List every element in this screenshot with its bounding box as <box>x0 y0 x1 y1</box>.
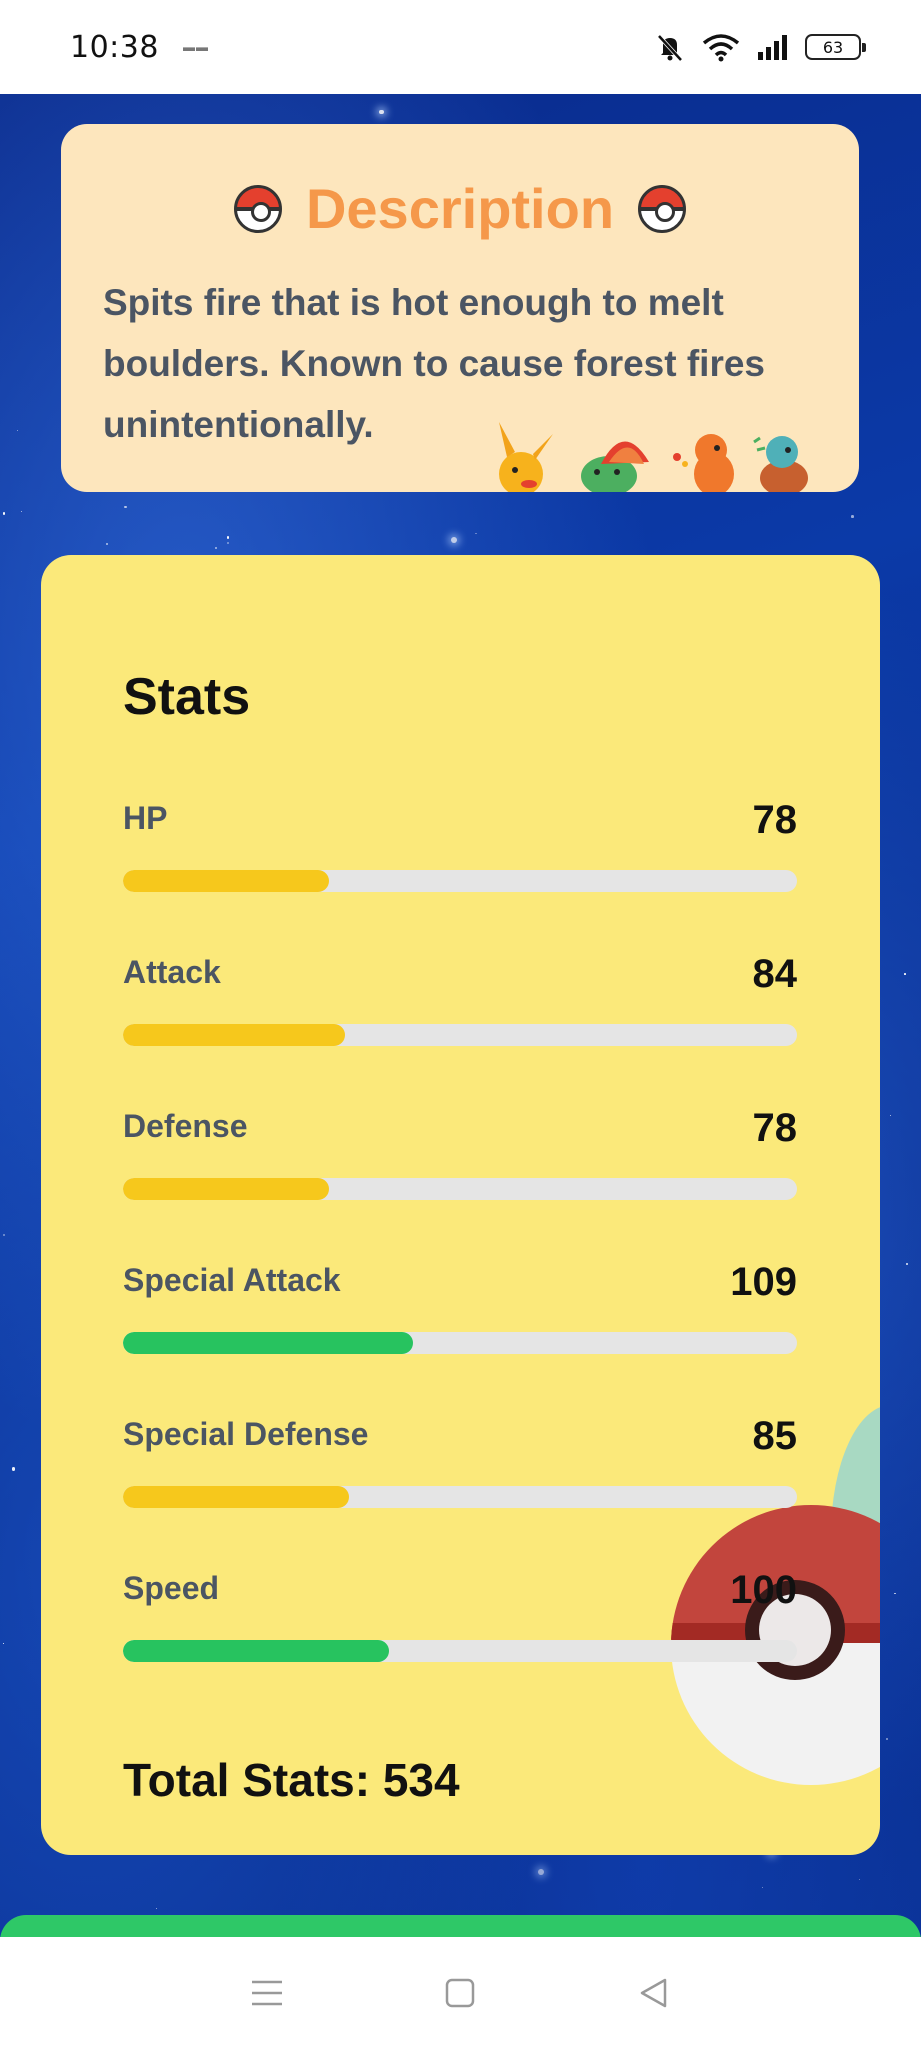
stat-label: HP <box>123 800 168 836</box>
menu-icon[interactable] <box>247 1973 287 2013</box>
star-decoration <box>762 1887 764 1889</box>
stat-value: 84 <box>752 952 798 996</box>
description-header: Description <box>61 176 859 241</box>
star-decoration <box>475 533 477 535</box>
battery-icon: 63 <box>805 34 866 60</box>
stat-bar-fill <box>123 1640 390 1662</box>
status-time: 10:38 <box>70 29 159 65</box>
pokeball-icon <box>233 184 282 233</box>
stat-bar-track <box>123 1486 797 1508</box>
star-decoration <box>2 1642 5 1644</box>
stat-bar-track <box>123 1640 797 1662</box>
stat-bar-fill <box>123 1024 346 1046</box>
stat-row: Attack 84 <box>123 952 798 1064</box>
star-decoration <box>214 547 217 550</box>
status-left: 10:38 ▬▬ <box>70 30 209 65</box>
stat-label: Special Defense <box>123 1416 369 1452</box>
status-right: 63 <box>655 32 866 62</box>
stats-title: Stats <box>123 668 251 726</box>
stat-value: 100 <box>730 1568 797 1612</box>
stat-bar-track <box>123 1332 797 1354</box>
stat-value: 109 <box>730 1260 797 1304</box>
star-decoration <box>3 512 6 515</box>
star-decoration <box>226 542 229 545</box>
star-decoration <box>16 430 18 432</box>
pokeball-icon <box>638 184 687 233</box>
star-decoration <box>3 1234 6 1236</box>
star-decoration <box>890 1115 892 1117</box>
star-decoration <box>379 109 385 115</box>
star-decoration <box>894 1592 896 1595</box>
mute-bell-icon <box>657 34 683 62</box>
total-stats: Total Stats: 534 <box>123 1754 460 1806</box>
stat-value: 78 <box>752 798 798 842</box>
star-decoration <box>155 1907 158 1910</box>
stat-label: Speed <box>123 1570 220 1606</box>
stat-bar-track <box>123 870 797 892</box>
stat-row: Special Attack 109 <box>123 1260 797 1372</box>
stat-row: Speed 100 <box>123 1568 797 1680</box>
star-decoration <box>226 536 230 539</box>
stat-bar-track <box>123 1024 797 1046</box>
stat-row: Special Defense 85 <box>123 1414 798 1526</box>
description-title: Description <box>305 177 615 240</box>
stat-bar-fill <box>123 1486 349 1508</box>
star-decoration <box>451 536 458 543</box>
status-bar: 10:38 ▬▬ 63 <box>0 0 921 94</box>
signal-icon <box>758 35 787 60</box>
stat-bar-fill <box>123 1332 413 1354</box>
stat-label: Special Attack <box>123 1262 341 1298</box>
wifi-icon <box>702 34 740 62</box>
pokemon-illustration-icon <box>499 422 808 492</box>
star-decoration <box>851 514 855 518</box>
stat-bar-fill <box>123 1178 329 1200</box>
stat-bar-track <box>123 1178 797 1200</box>
star-decoration <box>21 511 23 513</box>
stats-card: Stats HP 78 Attack 84 Defense 78 Special Attac… <box>41 555 880 1855</box>
battery-level: 63 <box>822 37 844 57</box>
stat-row: HP 78 <box>123 798 798 910</box>
stat-row: Defense 78 <box>123 1106 798 1218</box>
stat-value: 78 <box>752 1106 798 1150</box>
star-decoration <box>11 1467 16 1471</box>
stat-label: Attack <box>123 954 221 990</box>
description-card: Description Spits fire that is hot enoug… <box>61 124 859 492</box>
stat-bar-fill <box>123 870 329 892</box>
star-decoration <box>124 505 127 509</box>
star-decoration <box>904 973 907 975</box>
star-decoration <box>885 1737 889 1741</box>
star-decoration <box>859 1878 861 1880</box>
stat-label: Defense <box>123 1108 248 1144</box>
stat-value: 85 <box>752 1414 798 1458</box>
star-decoration <box>105 542 108 546</box>
star-decoration <box>905 1262 908 1265</box>
home-square-icon[interactable] <box>440 1973 480 2013</box>
system-nav-bar <box>0 1937 921 2048</box>
back-triangle-icon[interactable] <box>634 1973 674 2013</box>
notification-icon: ▬▬ <box>182 40 209 54</box>
star-decoration <box>538 1869 545 1876</box>
